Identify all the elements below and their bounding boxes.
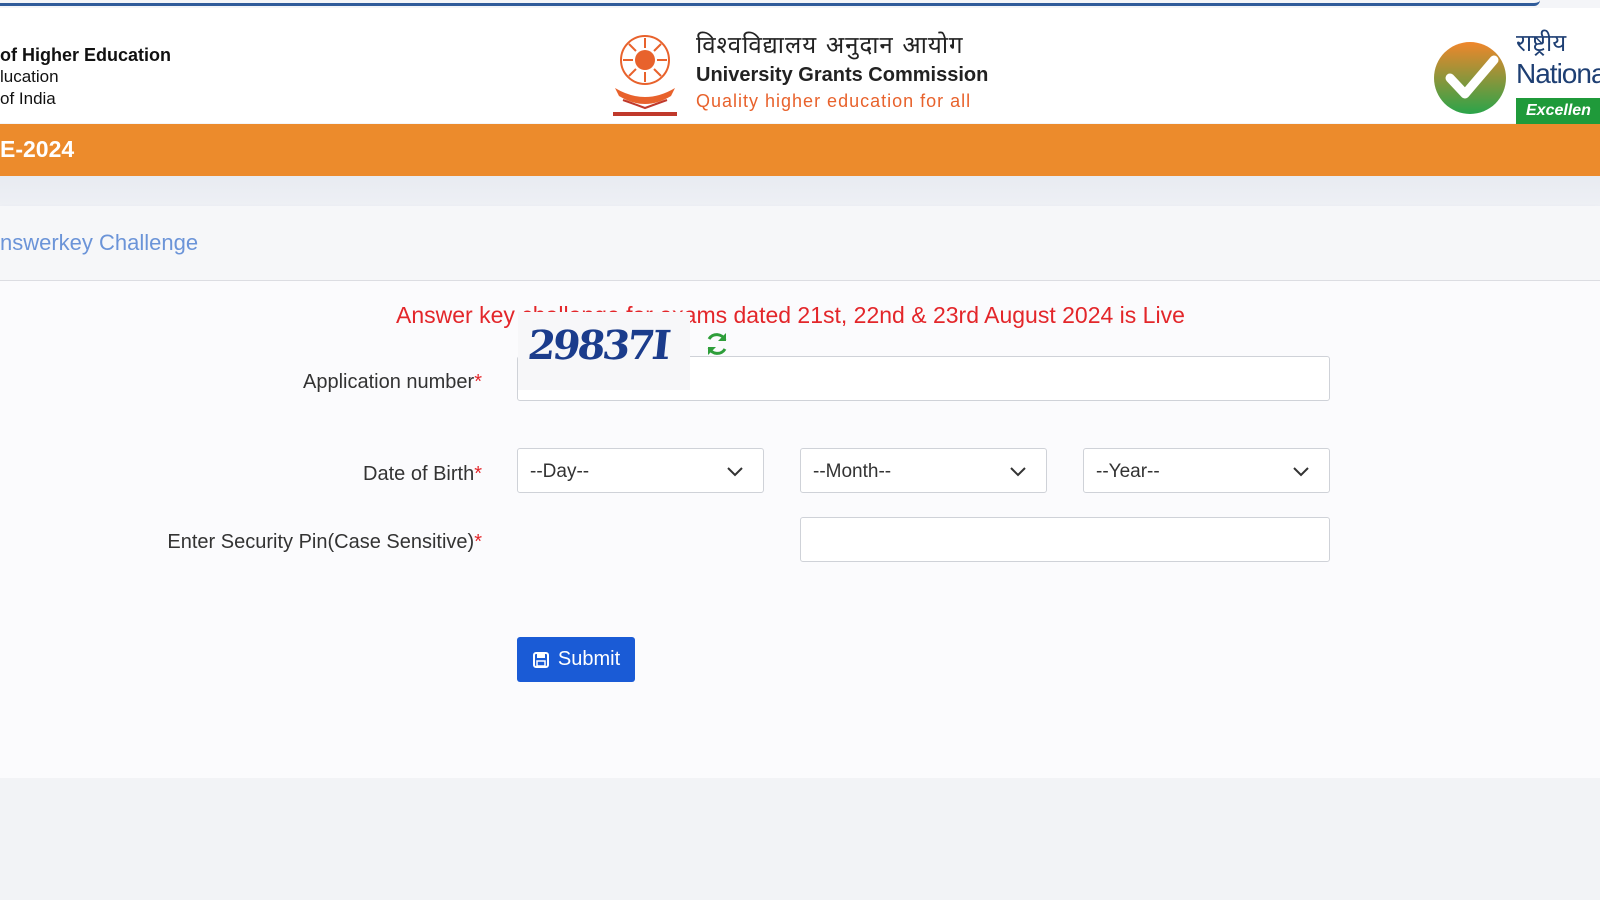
chevron-down-icon bbox=[727, 467, 743, 477]
ministry-line-1: of Higher Education bbox=[0, 45, 171, 65]
ugc-title-block: विश्वविद्यालय अनुदान आयोग University Gra… bbox=[696, 30, 988, 114]
refresh-captcha-icon[interactable] bbox=[703, 330, 731, 358]
security-pin-label-text: Enter Security Pin(Case Sensitive) bbox=[167, 531, 475, 553]
card-title: nswerkey Challenge bbox=[0, 230, 199, 255]
dob-month-select[interactable]: --Month-- bbox=[800, 448, 1047, 493]
save-icon bbox=[532, 651, 549, 668]
application-number-label: Application number* bbox=[303, 371, 482, 394]
nta-english-title: Nationa bbox=[1516, 58, 1600, 89]
ugc-english-title: University Grants Commission bbox=[696, 64, 989, 86]
exam-banner-title: E-2024 bbox=[0, 136, 75, 162]
dob-day-select[interactable]: --Day-- bbox=[517, 448, 764, 493]
dob-year-value: --Year-- bbox=[1096, 461, 1160, 482]
dob-label-text: Date of Birth bbox=[363, 463, 475, 485]
page-footer-space bbox=[0, 778, 1600, 900]
dob-day-value: --Day-- bbox=[530, 461, 590, 482]
nta-excellence-badge: Excellen bbox=[1516, 98, 1600, 124]
security-pin-label: Enter Security Pin(Case Sensitive)* bbox=[167, 531, 482, 554]
captcha-image: 29837I bbox=[518, 312, 690, 390]
required-mark: * bbox=[474, 371, 482, 393]
dob-month-value: --Month-- bbox=[813, 461, 892, 482]
chevron-down-icon bbox=[1293, 467, 1309, 477]
page: of Higher Education lucation of India वि… bbox=[0, 0, 1600, 900]
required-mark: * bbox=[474, 531, 482, 553]
submit-label: Submit bbox=[557, 648, 621, 670]
answerkey-card: nswerkey Challenge Answer key challange … bbox=[0, 206, 1600, 778]
ministry-block: of Higher Education lucation of India bbox=[0, 44, 171, 110]
required-mark: * bbox=[474, 463, 482, 485]
ugc-tagline: Quality higher education for all bbox=[696, 91, 972, 111]
ugc-hindi-title: विश्वविद्यालय अनुदान आयोग bbox=[696, 31, 964, 59]
chevron-down-icon bbox=[1010, 467, 1026, 477]
site-header: of Higher Education lucation of India वि… bbox=[0, 8, 1600, 124]
live-notice: Answer key challange for exams dated 21s… bbox=[396, 302, 1185, 328]
nta-check-logo-icon bbox=[1434, 42, 1506, 114]
ministry-line-3: of India bbox=[0, 89, 56, 108]
dob-year-select[interactable]: --Year-- bbox=[1083, 448, 1330, 493]
exam-banner: E-2024 bbox=[0, 124, 1600, 176]
dob-label: Date of Birth* bbox=[363, 463, 482, 486]
card-header: nswerkey Challenge bbox=[0, 206, 1600, 281]
banner-gap bbox=[0, 176, 1600, 206]
submit-button[interactable]: Submit bbox=[517, 637, 635, 682]
ministry-line-2: lucation bbox=[0, 67, 59, 86]
application-number-label-text: Application number bbox=[302, 371, 475, 393]
nta-hindi-title: राष्ट्रीय bbox=[1516, 29, 1567, 57]
captcha-text: 29837I bbox=[525, 322, 671, 369]
ugc-emblem-icon bbox=[613, 35, 677, 116]
security-pin-input[interactable] bbox=[800, 517, 1330, 562]
top-border-line bbox=[0, 0, 1540, 6]
